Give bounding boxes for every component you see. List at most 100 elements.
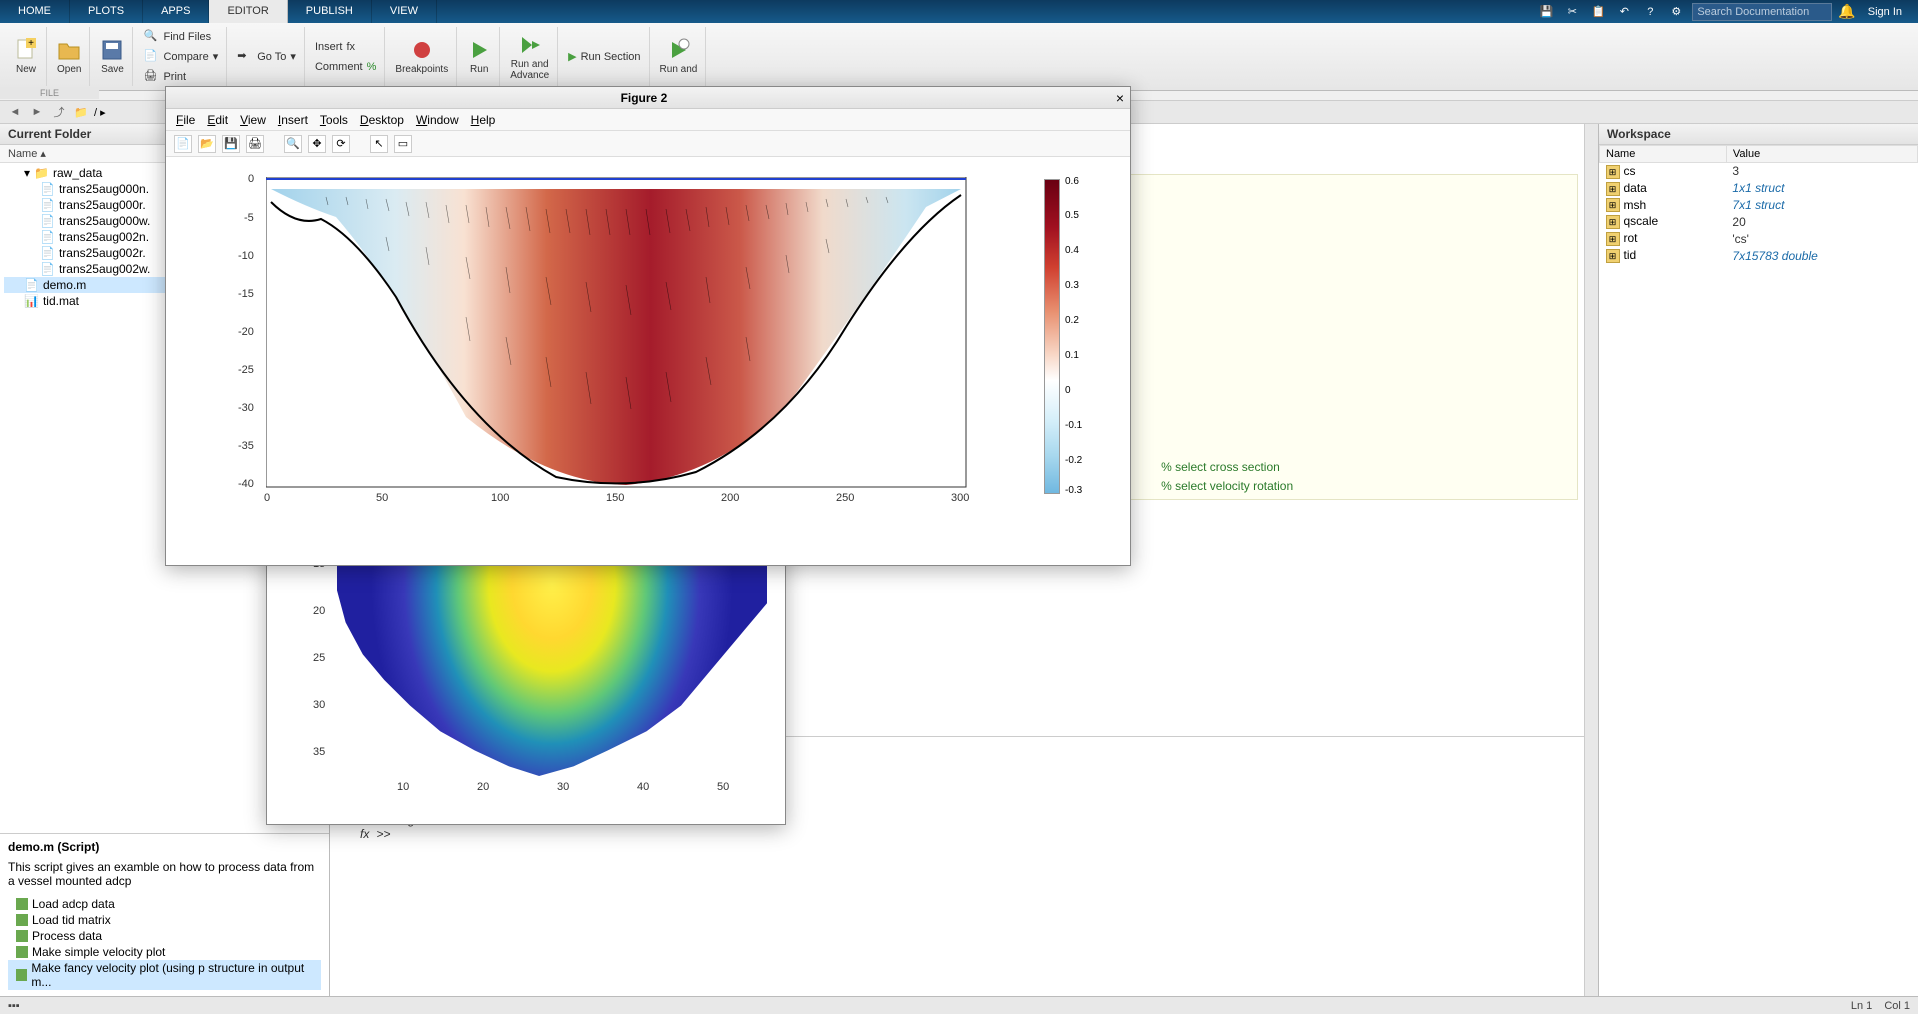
status-busy-icon: ▪▪▪ bbox=[8, 1000, 20, 1012]
signin-link[interactable]: Sign In bbox=[1862, 6, 1908, 18]
run-section-button[interactable]: ▶Run Section bbox=[568, 48, 640, 66]
nav-group: ➡Go To ▾ bbox=[229, 27, 305, 86]
figure2-window[interactable]: Figure 2 × File Edit View Insert Tools D… bbox=[165, 86, 1131, 566]
breakpoints-icon bbox=[410, 38, 434, 62]
script-info-panel: demo.m (Script) This script gives an exa… bbox=[0, 833, 329, 996]
fig-menu-edit[interactable]: Edit bbox=[207, 113, 228, 127]
section-item[interactable]: Make simple velocity plot bbox=[8, 944, 321, 960]
up-button[interactable]: ⤴ bbox=[50, 103, 68, 121]
tab-plots[interactable]: PLOTS bbox=[70, 0, 143, 23]
bell-icon[interactable]: 🔔 bbox=[1838, 3, 1855, 20]
settings-icon[interactable]: ⚙ bbox=[1666, 2, 1686, 22]
fig2-ytick: -35 bbox=[238, 440, 254, 452]
fig-menu-desktop[interactable]: Desktop bbox=[360, 113, 404, 127]
toolstrip: + New Open Save 🔍Find Files 📄Compare ▾ 🖨… bbox=[0, 23, 1918, 91]
fig1-xtick: 50 bbox=[717, 781, 729, 793]
fig2-ytick: -40 bbox=[238, 478, 254, 490]
fig-menu-file[interactable]: File bbox=[176, 113, 195, 127]
findfiles-button[interactable]: 🔍Find Files bbox=[143, 28, 218, 46]
section-item[interactable]: Make fancy velocity plot (using p struct… bbox=[8, 960, 321, 990]
fig-menu-window[interactable]: Window bbox=[416, 113, 459, 127]
fig-pan-icon[interactable]: ✥ bbox=[308, 135, 326, 153]
fig-open-icon[interactable]: 📂 bbox=[198, 135, 216, 153]
figure2-plot bbox=[266, 177, 986, 507]
run-button[interactable]: Run bbox=[459, 27, 500, 86]
run-icon bbox=[467, 38, 491, 62]
ws-var-row[interactable]: ⊞tid7x15783 double bbox=[1600, 247, 1918, 264]
fig-rotate-icon[interactable]: ⟳ bbox=[332, 135, 350, 153]
fwd-button[interactable]: ► bbox=[28, 103, 46, 121]
open-button[interactable]: Open bbox=[49, 27, 90, 86]
help-icon[interactable]: ? bbox=[1640, 2, 1660, 22]
ws-var-row[interactable]: ⊞qscale20 bbox=[1600, 213, 1918, 230]
back-button[interactable]: ◄ bbox=[6, 103, 24, 121]
undo-icon[interactable]: ↶ bbox=[1614, 2, 1634, 22]
fig-zoom-icon[interactable]: 🔍 bbox=[284, 135, 302, 153]
fig-menu-view[interactable]: View bbox=[240, 113, 266, 127]
copy-icon[interactable]: 📋 bbox=[1588, 2, 1608, 22]
ws-var-row[interactable]: ⊞data1x1 struct bbox=[1600, 180, 1918, 197]
ws-col-value[interactable]: Value bbox=[1726, 146, 1917, 163]
section-item[interactable]: Load tid matrix bbox=[8, 912, 321, 928]
breakpoints-button[interactable]: Breakpoints bbox=[387, 27, 457, 86]
save-big-icon bbox=[100, 38, 124, 62]
tab-apps[interactable]: APPS bbox=[143, 0, 209, 23]
run-and-time-button[interactable]: Run and bbox=[652, 27, 707, 86]
save-icon[interactable]: 💾 bbox=[1536, 2, 1556, 22]
section-item[interactable]: Load adcp data bbox=[8, 896, 321, 912]
fig1-ytick: 20 bbox=[313, 605, 325, 617]
folder-icon: 📁 bbox=[72, 103, 90, 121]
search-input[interactable] bbox=[1692, 3, 1832, 21]
toolstrip-section-label: FILE bbox=[0, 87, 99, 99]
new-icon: + bbox=[14, 38, 38, 62]
fig2-ytick: -15 bbox=[238, 288, 254, 300]
comment-button[interactable]: Comment % bbox=[315, 58, 376, 76]
fig1-ytick: 30 bbox=[313, 699, 325, 711]
figure2-axes[interactable]: 0.6 0.5 0.4 0.3 0.2 0.1 0 -0.1 -0.2 -0.3… bbox=[166, 157, 1130, 565]
fig-new-icon[interactable]: 📄 bbox=[174, 135, 192, 153]
editor-scrollbar[interactable] bbox=[1584, 124, 1598, 736]
fig2-ytick: -5 bbox=[244, 212, 254, 224]
ws-var-row[interactable]: ⊞cs3 bbox=[1600, 163, 1918, 180]
fig1-ytick: 35 bbox=[313, 746, 325, 758]
fig2-xtick: 200 bbox=[721, 492, 739, 504]
fig1-xtick: 20 bbox=[477, 781, 489, 793]
figure2-close-button[interactable]: × bbox=[1116, 90, 1124, 106]
figure2-toolbar: 📄 📂 💾 🖨 🔍 ✥ ⟳ ↖ ▭ bbox=[166, 131, 1130, 157]
tab-editor[interactable]: EDITOR bbox=[209, 0, 287, 23]
command-scrollbar[interactable] bbox=[1584, 736, 1598, 996]
fig2-xtick: 0 bbox=[264, 492, 270, 504]
print-button[interactable]: 🖨Print bbox=[143, 68, 218, 86]
ws-col-name[interactable]: Name bbox=[1600, 146, 1727, 163]
fig-menu-help[interactable]: Help bbox=[471, 113, 496, 127]
script-description: This script gives an examble on how to p… bbox=[8, 860, 321, 888]
ws-var-row[interactable]: ⊞rot'cs' bbox=[1600, 230, 1918, 247]
ws-var-row[interactable]: ⊞msh7x1 struct bbox=[1600, 197, 1918, 214]
compare-button[interactable]: 📄Compare ▾ bbox=[143, 48, 218, 66]
fig2-ytick: -30 bbox=[238, 402, 254, 414]
new-button[interactable]: + New bbox=[6, 27, 47, 86]
fig-save-icon[interactable]: 💾 bbox=[222, 135, 240, 153]
figure2-title: Figure 2 bbox=[172, 91, 1116, 105]
run-and-advance-button[interactable]: Run andAdvance bbox=[502, 27, 558, 86]
tab-home[interactable]: HOME bbox=[0, 0, 70, 23]
fig-menu-insert[interactable]: Insert bbox=[278, 113, 308, 127]
fig2-ytick: -25 bbox=[238, 364, 254, 376]
fig-pointer-icon[interactable]: ↖ bbox=[370, 135, 388, 153]
statusbar: ▪▪▪ Ln 1 Col 1 bbox=[0, 996, 1918, 1014]
cut-icon[interactable]: ✂ bbox=[1562, 2, 1582, 22]
fig-print-icon[interactable]: 🖨 bbox=[246, 135, 264, 153]
fig2-ytick: 0 bbox=[248, 173, 254, 185]
fig-menu-tools[interactable]: Tools bbox=[320, 113, 348, 127]
fig1-ytick: 25 bbox=[313, 652, 325, 664]
figure2-titlebar[interactable]: Figure 2 × bbox=[166, 87, 1130, 109]
fig1-xtick: 10 bbox=[397, 781, 409, 793]
fig-data-cursor-icon[interactable]: ▭ bbox=[394, 135, 412, 153]
tab-publish[interactable]: PUBLISH bbox=[288, 0, 372, 23]
fig2-xtick: 150 bbox=[606, 492, 624, 504]
section-item[interactable]: Process data bbox=[8, 928, 321, 944]
save-button[interactable]: Save bbox=[92, 27, 133, 86]
tab-view[interactable]: VIEW bbox=[372, 0, 437, 23]
goto-button[interactable]: ➡Go To ▾ bbox=[237, 48, 296, 66]
insert-button[interactable]: Insert fx bbox=[315, 38, 376, 56]
